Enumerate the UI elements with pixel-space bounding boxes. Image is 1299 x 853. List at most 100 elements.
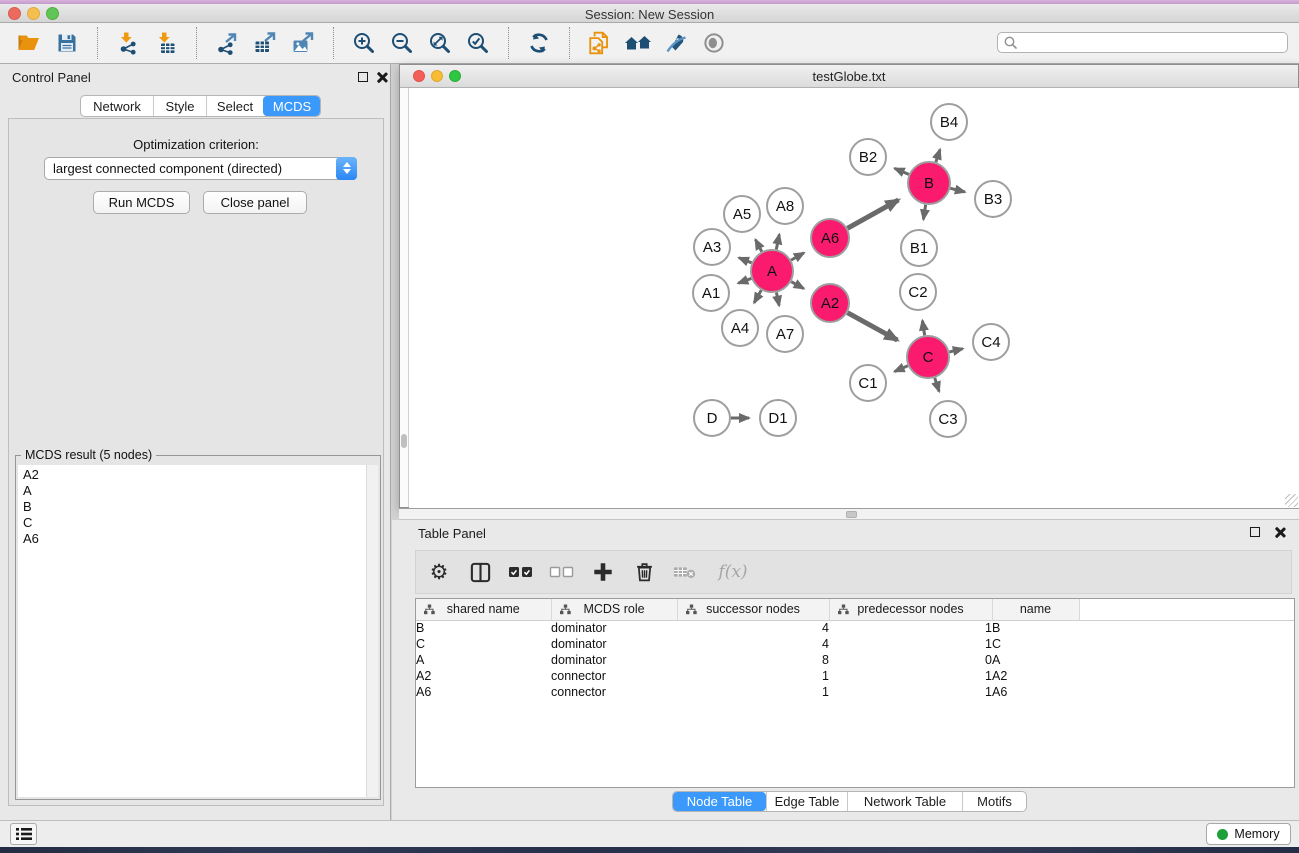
zoom-selected-icon[interactable] [463, 28, 493, 58]
edge-A-A1[interactable] [738, 278, 751, 283]
tab-select[interactable]: Select [206, 96, 263, 116]
mcds-result-item[interactable]: A [23, 483, 378, 499]
edge-C-C4[interactable] [949, 349, 962, 352]
cell-MCDS-role[interactable]: connector [551, 684, 677, 700]
edge-C-C2[interactable] [922, 321, 924, 336]
node-C3[interactable]: C3 [930, 401, 966, 437]
network-bottom-scroll-thumb[interactable] [846, 511, 857, 518]
cell-shared-name[interactable]: A [416, 652, 551, 668]
cell-MCDS-role[interactable]: dominator [551, 652, 677, 668]
cell-name[interactable]: A [992, 652, 1079, 668]
node-C2[interactable]: C2 [900, 274, 936, 310]
cell-name[interactable]: C [992, 636, 1079, 652]
column-header-predecessor-nodes[interactable]: predecessor nodes [829, 599, 992, 620]
edge-A-A6[interactable] [791, 253, 804, 260]
cell-name[interactable]: A6 [992, 684, 1079, 700]
column-header-successor-nodes[interactable]: successor nodes [677, 599, 829, 620]
edge-A2-C[interactable] [848, 313, 898, 340]
node-table[interactable]: shared nameMCDS rolesuccessor nodesprede… [416, 599, 1294, 700]
cell-MCDS-role[interactable]: dominator [551, 636, 677, 652]
node-B3[interactable]: B3 [975, 181, 1011, 217]
node-A6[interactable]: A6 [811, 219, 849, 257]
new-network-from-selection-icon[interactable] [585, 28, 615, 58]
refresh-icon[interactable] [524, 28, 554, 58]
node-A3[interactable]: A3 [694, 229, 730, 265]
node-D[interactable]: D [694, 400, 730, 436]
import-network-icon[interactable] [113, 28, 143, 58]
home-pages-icon[interactable] [623, 28, 653, 58]
cell-successor-nodes[interactable]: 1 [677, 684, 829, 700]
column-header-MCDS-role[interactable]: MCDS role [551, 599, 677, 620]
cell-shared-name[interactable]: A2 [416, 668, 551, 684]
cell-MCDS-role[interactable]: connector [551, 668, 677, 684]
node-A8[interactable]: A8 [767, 188, 803, 224]
node-A1[interactable]: A1 [693, 275, 729, 311]
cell-predecessor-nodes[interactable]: 0 [829, 652, 992, 668]
table-float-panel-icon[interactable] [1250, 527, 1260, 537]
window-resize-grip[interactable] [1285, 494, 1298, 507]
tab-motifs[interactable]: Motifs [962, 792, 1026, 811]
node-D1[interactable]: D1 [760, 400, 796, 436]
add-column-icon[interactable] [590, 559, 616, 585]
table-row[interactable]: A2connector11A2 [416, 668, 1294, 684]
tab-style[interactable]: Style [153, 96, 206, 116]
tab-node-table[interactable]: Node Table [673, 792, 766, 811]
cell-successor-nodes[interactable]: 4 [677, 636, 829, 652]
tab-network-table[interactable]: Network Table [847, 792, 962, 811]
show-view-eye-icon[interactable] [699, 28, 729, 58]
float-panel-icon[interactable] [358, 72, 368, 82]
cell-predecessor-nodes[interactable]: 1 [829, 684, 992, 700]
cell-predecessor-nodes[interactable]: 1 [829, 636, 992, 652]
edge-A-A7[interactable] [776, 293, 779, 306]
save-session-icon[interactable] [52, 28, 82, 58]
edge-A-A8[interactable] [776, 234, 779, 249]
node-B4[interactable]: B4 [931, 104, 967, 140]
select-all-checkboxes-icon[interactable] [508, 559, 534, 585]
node-C1[interactable]: C1 [850, 365, 886, 401]
table-row[interactable]: Bdominator41B [416, 620, 1294, 636]
panel-list-icon[interactable] [10, 823, 37, 845]
unselect-all-checkboxes-icon[interactable] [549, 559, 575, 585]
edge-A6-B[interactable] [847, 200, 898, 228]
edge-B-B3[interactable] [950, 188, 965, 192]
table-close-panel-icon[interactable] [1274, 527, 1285, 538]
cell-MCDS-role[interactable]: dominator [551, 620, 677, 636]
edge-B-B1[interactable] [923, 205, 925, 220]
node-A7[interactable]: A7 [767, 316, 803, 352]
mcds-result-item[interactable]: A6 [23, 531, 378, 547]
tab-mcds[interactable]: MCDS [263, 96, 320, 116]
delete-column-trash-icon[interactable] [631, 559, 657, 585]
node-C4[interactable]: C4 [973, 324, 1009, 360]
node-A5[interactable]: A5 [724, 196, 760, 232]
cell-successor-nodes[interactable]: 8 [677, 652, 829, 668]
column-header-shared-name[interactable]: shared name [416, 599, 551, 620]
tab-edge-table[interactable]: Edge Table [766, 792, 847, 811]
edge-C-C1[interactable] [895, 366, 908, 372]
run-mcds-button[interactable]: Run MCDS [93, 191, 190, 214]
mcds-result-item[interactable]: B [23, 499, 378, 515]
export-network-icon[interactable] [212, 28, 242, 58]
node-B2[interactable]: B2 [850, 139, 886, 175]
export-image-icon[interactable] [288, 28, 318, 58]
network-left-scroll-thumb[interactable] [401, 434, 407, 448]
node-B1[interactable]: B1 [901, 230, 937, 266]
network-graph[interactable]: AA1A2A3A4A5A6A7A8BB1B2B3B4CC1C2C3C4DD1 [409, 88, 1299, 508]
zoom-out-icon[interactable] [387, 28, 417, 58]
cell-successor-nodes[interactable]: 4 [677, 620, 829, 636]
open-session-icon[interactable] [14, 28, 44, 58]
edge-B-B2[interactable] [895, 168, 909, 174]
node-A4[interactable]: A4 [722, 310, 758, 346]
edge-C-C3[interactable] [935, 378, 939, 391]
network-left-scrollbar[interactable] [400, 88, 409, 507]
export-table-icon[interactable] [250, 28, 280, 58]
table-settings-gear-icon[interactable]: ⚙ [426, 559, 452, 585]
cell-shared-name[interactable]: C [416, 636, 551, 652]
table-row[interactable]: Cdominator41C [416, 636, 1294, 652]
cell-predecessor-nodes[interactable]: 1 [829, 668, 992, 684]
result-list-scrollbar[interactable] [366, 465, 378, 797]
node-A[interactable]: A [751, 250, 793, 292]
edge-A-A2[interactable] [791, 282, 803, 289]
table-row[interactable]: Adominator80A [416, 652, 1294, 668]
tab-network[interactable]: Network [81, 96, 153, 116]
edge-A-A3[interactable] [739, 258, 752, 263]
